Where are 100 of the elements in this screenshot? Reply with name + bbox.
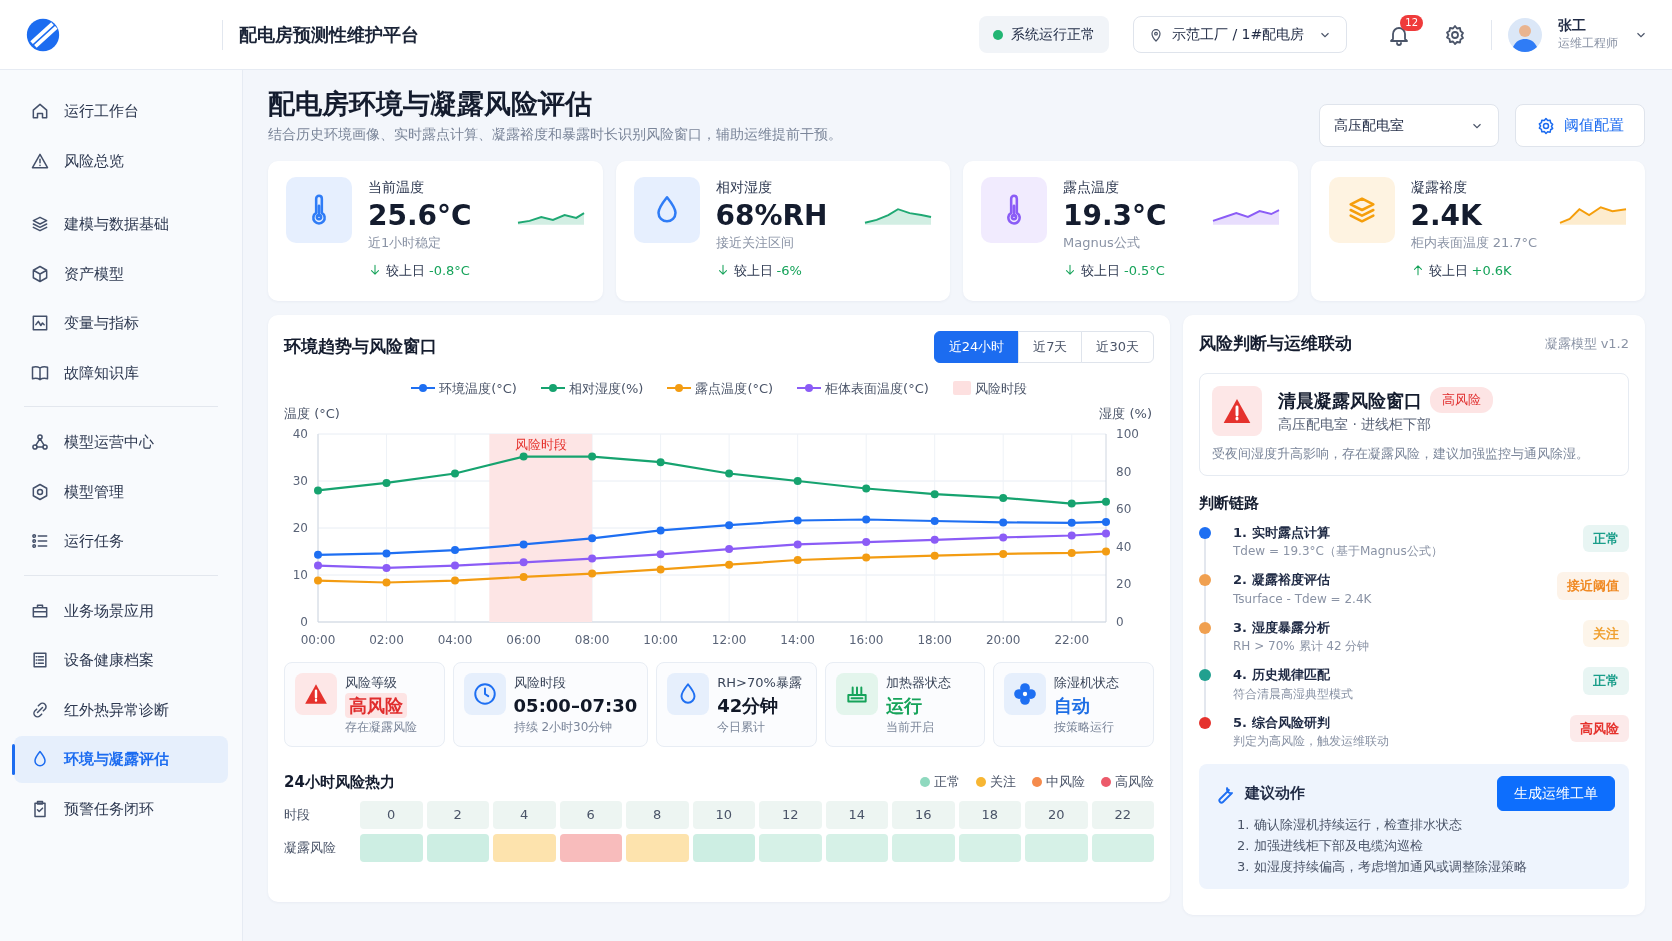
status-label: RH>70%暴露 <box>717 674 802 692</box>
sidebar-item[interactable]: 风险总览 <box>14 137 228 184</box>
delta-label: 较上日 <box>733 261 773 280</box>
tick-label: 20 <box>1116 577 1132 592</box>
fan-icon <box>1012 681 1039 707</box>
status-badge: 正常 <box>1583 524 1629 552</box>
point <box>1067 518 1076 527</box>
point <box>930 551 939 560</box>
action-item: 1. 确认除湿机持续运行，检查排水状态 <box>1237 816 1463 834</box>
system-status: 系统运行正常 <box>979 16 1109 53</box>
point <box>314 561 322 570</box>
sidebar-item[interactable]: 业务场景应用 <box>14 587 228 634</box>
row-label: 时段 <box>284 806 311 825</box>
point <box>999 493 1008 502</box>
create-work-order-button[interactable]: 生成运维工单 <box>1497 776 1615 811</box>
status-badge: 接近阈值 <box>1557 572 1629 600</box>
page-title: 配电房环境与凝露风险评估 <box>268 88 593 121</box>
sidebar-item[interactable]: 设备健康档案 <box>14 637 228 684</box>
range-tab[interactable]: 近30天 <box>1081 331 1154 363</box>
point <box>656 526 665 535</box>
sidebar-item[interactable]: 资产模型 <box>14 250 228 297</box>
hour-cell: 2 <box>426 801 489 830</box>
status-value: 05:00–07:30 <box>513 693 638 718</box>
legend-label: 柜体表面温度(°C) <box>825 379 929 398</box>
step-detail: 判定为高风险，触发运维联动 <box>1233 733 1390 750</box>
metric-label: 相对湿度 <box>715 178 773 197</box>
hour-cell: 6 <box>559 801 622 830</box>
point <box>588 554 597 563</box>
delta-value: -6% <box>776 261 802 280</box>
point <box>519 452 528 461</box>
metric-note: Magnus公式 <box>1063 234 1141 252</box>
legend-label: 风险时段 <box>974 379 1027 398</box>
nodes-icon <box>30 432 50 453</box>
tick-label: 0 <box>1116 615 1124 629</box>
status-note: 当前开启 <box>885 718 935 736</box>
tick-label: 18:00 <box>917 633 952 647</box>
tick-label: 00:00 <box>300 633 336 647</box>
tick-label: 16:00 <box>848 633 884 647</box>
sparkline <box>1559 205 1627 226</box>
link-icon <box>30 699 50 720</box>
point <box>862 538 871 547</box>
point <box>382 478 391 487</box>
range-tab[interactable]: 近7天 <box>1018 331 1083 363</box>
status-value: 自动 <box>1054 693 1091 718</box>
axis-title: 温度 (°C) <box>284 406 340 421</box>
panel-title: 风险判断与运维联动 <box>1199 332 1352 355</box>
status-label: 风险等级 <box>345 674 398 692</box>
status-label: 除湿机状态 <box>1054 674 1120 692</box>
metric-value: 2.4K <box>1410 198 1482 233</box>
tick-label: 08:00 <box>574 633 610 647</box>
page-subtitle: 结合历史环境画像、实时露点计算、凝露裕度和暴露时长识别风险窗口，辅助运维提前干预。 <box>268 125 842 145</box>
hexagon-icon <box>30 481 50 502</box>
point <box>588 569 597 578</box>
room-select[interactable]: 高压配电室 <box>1319 104 1499 147</box>
tick-label: 10:00 <box>643 633 678 647</box>
point <box>793 540 802 549</box>
point <box>930 517 939 525</box>
sidebar-item[interactable]: 故障知识库 <box>14 349 228 396</box>
app-title: 配电房预测性维护平台 <box>239 23 419 47</box>
sidebar-item[interactable]: 运行任务 <box>14 518 228 565</box>
sidebar-item[interactable]: 模型运营中心 <box>14 419 228 466</box>
sidebar-item[interactable]: 运行工作台 <box>14 88 228 135</box>
status-value: 运行 <box>885 693 922 718</box>
point <box>999 518 1008 527</box>
point <box>1067 548 1076 557</box>
metric-value: 25.6°C <box>368 198 472 233</box>
settings-icon <box>1443 22 1467 47</box>
point <box>862 515 871 524</box>
location-select[interactable]: 示范工厂 / 1#配电房 <box>1133 16 1347 53</box>
tick-label: 100 <box>1116 427 1139 441</box>
tick-label: 30 <box>292 474 308 488</box>
band-label: 风险时段 <box>514 437 567 452</box>
heatmap-title: 24小时风险热力 <box>284 771 395 793</box>
delta-value: +0.6K <box>1471 261 1512 280</box>
user-role: 运维工程师 <box>1558 34 1618 52</box>
point <box>656 458 665 467</box>
point <box>725 545 734 554</box>
tick-label: 60 <box>1116 502 1132 517</box>
hour-cell: 8 <box>626 801 689 830</box>
threshold-config-button[interactable]: 阈值配置 <box>1515 104 1645 147</box>
action-item: 2. 加强进线柜下部及电缆沟巡检 <box>1237 836 1424 855</box>
status-badge: 关注 <box>1583 619 1629 647</box>
status-note: 存在凝露风险 <box>345 718 417 736</box>
sidebar-item[interactable]: 环境与凝露评估 <box>14 736 228 783</box>
cube-icon <box>30 263 50 284</box>
point <box>314 486 322 495</box>
point <box>519 572 528 581</box>
sidebar-item[interactable]: 红外热异常诊断 <box>14 686 228 733</box>
risk-badge: 高风险 <box>1430 387 1493 413</box>
sidebar-item[interactable]: 建模与数据基础 <box>14 201 228 248</box>
range-tab[interactable]: 近24小时 <box>933 331 1020 363</box>
tick-label: 22:00 <box>1054 633 1090 647</box>
sidebar-item[interactable]: 模型管理 <box>14 468 228 515</box>
status-value: 42分钟 <box>717 693 779 718</box>
status-badge: 高风险 <box>1570 714 1629 742</box>
sidebar-item[interactable]: 预警任务闭环 <box>14 785 228 832</box>
sidebar-item[interactable]: 变量与指标 <box>14 300 228 347</box>
legend-label: 露点温度(°C) <box>695 379 774 398</box>
point <box>793 477 802 485</box>
avatar <box>1508 17 1542 52</box>
